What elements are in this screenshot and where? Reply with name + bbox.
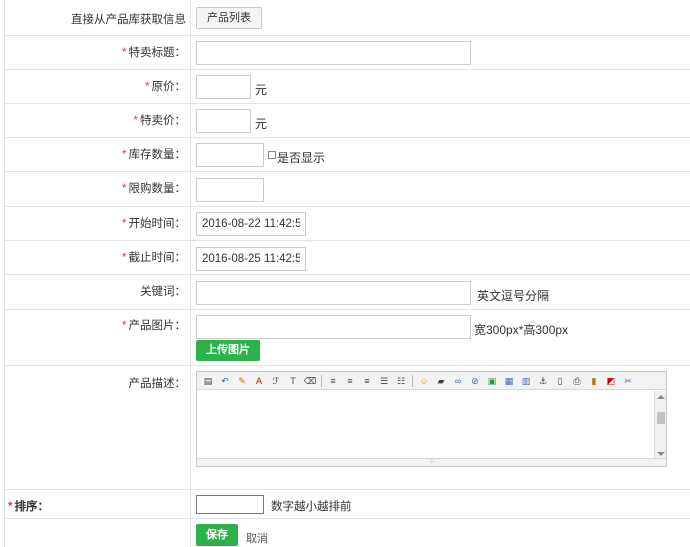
form-row-source: 直接从产品库获取信息 产品列表 <box>5 0 690 36</box>
toolbar-separator <box>321 374 322 387</box>
sort-hint: 数字越小越排前 <box>271 501 352 513</box>
required-mark: * <box>122 218 127 230</box>
form-row-end-time: * 截止时间： <box>5 241 690 275</box>
editor-resize-handle[interactable]: ⁘ <box>197 458 666 466</box>
image-icon[interactable]: ▣ <box>485 375 499 387</box>
font-family-icon[interactable]: ℱ <box>269 375 283 387</box>
flash-icon[interactable]: ◩ <box>604 375 618 387</box>
upload-image-button[interactable]: 上传图片 <box>196 340 260 361</box>
end-time-input[interactable] <box>196 247 306 271</box>
eraser-icon[interactable]: ⌫ <box>303 375 317 387</box>
align-left-icon[interactable]: ≡ <box>326 375 340 387</box>
font-color-icon[interactable]: A <box>252 375 266 387</box>
show-stock-label: 是否显示 <box>277 151 326 165</box>
end-time-label: * 截止时间： <box>122 252 186 264</box>
start-time-label: * 开始时间： <box>122 218 186 230</box>
form-row-image: * 产品图片： 宽300px*高300px 上传图片 <box>5 310 690 366</box>
form-row-start-time: * 开始时间： <box>5 207 690 241</box>
save-button[interactable]: 保存 <box>196 524 238 546</box>
title-label: * 特卖标题： <box>122 47 186 59</box>
sale-price-unit: 元 <box>255 117 268 131</box>
undo-icon[interactable]: ↶ <box>218 375 232 387</box>
table-props-icon[interactable]: ▥ <box>519 375 533 387</box>
image-label: * 产品图片： <box>122 320 186 332</box>
limit-label: * 限购数量： <box>122 183 186 195</box>
editor-toolbar: ▤ ↶ ✎ A ℱ T ⌫ ≡ ≡ ≡ ☰ ☷ ☺ ▰ ∞ ⊘ ▣ ▦ ▥ ⚓ ▯ ⎙ ▮ ◩ ✂ <box>197 372 666 390</box>
required-mark: * <box>8 501 13 513</box>
keywords-input[interactable] <box>196 281 471 305</box>
form-row-limit: * 限购数量： <box>5 172 690 207</box>
keywords-hint: 英文逗号分隔 <box>477 289 550 303</box>
unlink-icon[interactable]: ⊘ <box>468 375 482 387</box>
scroll-thumb[interactable] <box>657 412 665 424</box>
form-row-original-price: * 原价： 元 <box>5 70 690 104</box>
product-list-button[interactable]: 产品列表 <box>196 7 262 29</box>
required-mark: * <box>122 47 127 59</box>
highlight-icon[interactable]: ▰ <box>434 375 448 387</box>
anchor-icon[interactable]: ⚓ <box>536 375 550 387</box>
form-row-description: 产品描述： ▤ ↶ ✎ A ℱ T ⌫ ≡ ≡ ≡ ☰ ☷ ☺ ▰ ∞ ⊘ ▣ ▦ ▥ ⚓ ▯ ⎙ ▮ ◩ ✂ ⁘ <box>5 366 690 490</box>
stock-input[interactable] <box>196 143 264 167</box>
original-price-label: * 原价： <box>145 81 186 93</box>
required-mark: * <box>133 115 138 127</box>
stock-label: * 库存数量： <box>122 149 186 161</box>
editor-scrollbar[interactable] <box>654 391 666 460</box>
required-mark: * <box>122 320 127 332</box>
sort-label: * 排序： <box>8 501 49 513</box>
form-row-title: * 特卖标题： <box>5 36 690 70</box>
editor-content-area[interactable] <box>197 391 654 457</box>
font-size-icon[interactable]: T <box>286 375 300 387</box>
form-row-actions: 保存 取消 <box>5 519 690 547</box>
product-sale-form: 直接从产品库获取信息 产品列表 * 特卖标题： * 原价： 元 * 特卖价： 元 * 库… <box>4 0 690 547</box>
table-icon[interactable]: ▦ <box>502 375 516 387</box>
clear-icon[interactable]: ✂ <box>621 375 635 387</box>
attachment-icon[interactable]: ▮ <box>587 375 601 387</box>
image-size-hint: 宽300px*高300px <box>474 323 569 337</box>
sale-price-label: * 特卖价： <box>133 115 186 127</box>
required-mark: * <box>122 149 127 161</box>
unordered-list-icon[interactable]: ☷ <box>394 375 408 387</box>
original-price-input[interactable] <box>196 75 251 99</box>
keywords-label: 关键词： <box>140 286 186 298</box>
align-center-icon[interactable]: ≡ <box>343 375 357 387</box>
image-path-input[interactable] <box>196 315 471 339</box>
show-stock-checkbox[interactable] <box>268 151 276 159</box>
form-row-keywords: 关键词： 英文逗号分隔 <box>5 275 690 310</box>
limit-input[interactable] <box>196 178 264 202</box>
brush-icon[interactable]: ✎ <box>235 375 249 387</box>
required-mark: * <box>122 183 127 195</box>
required-mark: * <box>122 252 127 264</box>
cancel-link[interactable]: 取消 <box>246 530 268 546</box>
description-label: 产品描述： <box>128 378 187 390</box>
scroll-down-icon[interactable] <box>657 452 665 456</box>
required-mark: * <box>145 81 150 93</box>
source-icon[interactable]: ▤ <box>201 375 215 387</box>
source-label: 直接从产品库获取信息 <box>71 14 186 26</box>
form-row-stock: * 库存数量： 是否显示 <box>5 138 690 172</box>
print-icon[interactable]: ⎙ <box>570 375 584 387</box>
emoticon-icon[interactable]: ☺ <box>417 375 431 387</box>
resize-grip-icon: ⁘ <box>428 459 435 466</box>
align-right-icon[interactable]: ≡ <box>360 375 374 387</box>
form-row-sort: * 排序： 数字越小越排前 <box>5 490 690 519</box>
toolbar-separator <box>412 374 413 387</box>
scroll-up-icon[interactable] <box>657 395 665 399</box>
title-input[interactable] <box>196 41 471 65</box>
ordered-list-icon[interactable]: ☰ <box>377 375 391 387</box>
form-row-sale-price: * 特卖价： 元 <box>5 104 690 138</box>
preview-icon[interactable]: ▯ <box>553 375 567 387</box>
rich-text-editor: ▤ ↶ ✎ A ℱ T ⌫ ≡ ≡ ≡ ☰ ☷ ☺ ▰ ∞ ⊘ ▣ ▦ ▥ ⚓ ▯ ⎙ ▮ ◩ ✂ ⁘ <box>196 371 667 467</box>
link-icon[interactable]: ∞ <box>451 375 465 387</box>
sort-input[interactable] <box>196 495 264 514</box>
sale-price-input[interactable] <box>196 109 251 133</box>
start-time-input[interactable] <box>196 212 306 236</box>
original-price-unit: 元 <box>255 83 268 97</box>
